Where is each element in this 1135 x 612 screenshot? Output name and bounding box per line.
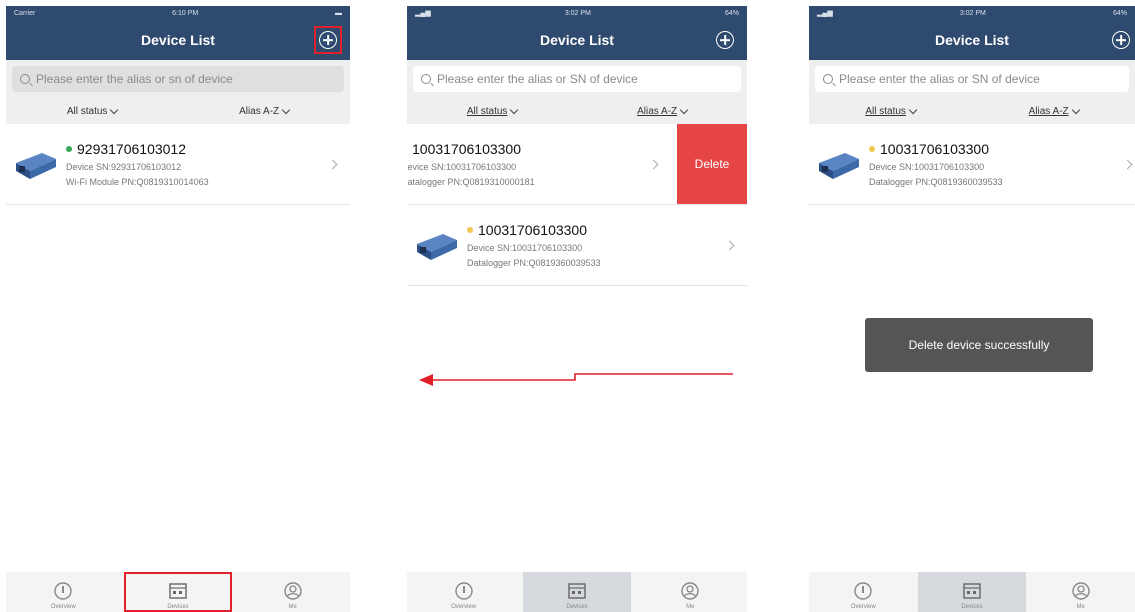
tab-bar: Overview Devices Me: [6, 572, 350, 612]
device-alias: 92931706103012: [77, 141, 187, 157]
search-bar: Please enter the alias or SN of device: [809, 60, 1135, 98]
filter-bar: All status Alias A-Z: [6, 98, 350, 124]
tab-devices[interactable]: Devices: [917, 572, 1026, 612]
chevron-right-icon: [1122, 159, 1133, 169]
tab-me[interactable]: Me: [636, 572, 744, 612]
search-placeholder: Please enter the alias or sn of device: [36, 72, 233, 86]
overview-icon: [454, 582, 473, 600]
chevron-down-icon: [1071, 105, 1080, 114]
swipe-left-arrow-icon: [419, 373, 733, 386]
tab-overview[interactable]: Overview: [809, 572, 917, 612]
status-filter[interactable]: All status: [865, 105, 918, 117]
plus-circle-icon: [1112, 31, 1130, 49]
overview-icon: [54, 582, 73, 600]
chevron-down-icon: [110, 105, 119, 114]
nav-bar: Device List: [809, 20, 1135, 60]
tab-devices[interactable]: Devices: [123, 572, 232, 612]
sort-filter-label: Alias A-Z: [239, 105, 280, 117]
tab-label: Devices: [167, 604, 189, 610]
me-icon: [283, 582, 302, 600]
tab-me[interactable]: Me: [239, 572, 347, 612]
status-dot: [869, 146, 875, 152]
screen-1: Carrier 6:10 PM ▬ Device List Please ent…: [6, 6, 350, 612]
tab-bar: Overview Devices Me: [407, 572, 747, 612]
tab-overview[interactable]: Overview: [410, 572, 518, 612]
page-title: Device List: [935, 32, 1009, 48]
battery-icon: ▬: [335, 9, 342, 17]
devices-icon: [169, 583, 187, 599]
filter-bar: All status Alias A-Z: [809, 98, 1135, 124]
chevron-down-icon: [281, 105, 291, 114]
device-sn: Device SN:92931706103012: [66, 162, 182, 172]
devices-icon: [568, 583, 586, 599]
overview-icon: [854, 582, 873, 600]
tab-label: Overview: [451, 604, 477, 610]
search-input[interactable]: Please enter the alias or sn of device: [12, 66, 344, 92]
tab-label: Overview: [850, 604, 876, 610]
tab-label: Me: [686, 604, 695, 610]
status-bar: ▂▄▆ 3:02 PM 64%: [809, 6, 1135, 20]
toast-message: Delete device successfully: [865, 318, 1093, 372]
clock: 3:02 PM: [959, 9, 986, 17]
tab-label: Overview: [50, 604, 76, 610]
add-device-button[interactable]: [314, 26, 342, 54]
tab-label: Me: [288, 604, 297, 610]
tab-label: Devices: [961, 604, 983, 610]
status-bar: Carrier 6:10 PM ▬: [6, 6, 350, 20]
search-icon: [823, 74, 833, 84]
screen-2: ▂▄▆ 3:02 PM 64% Device List Please enter…: [407, 6, 747, 612]
nav-bar: Device List: [6, 20, 350, 60]
signal-icon: ▂▄▆: [817, 10, 833, 17]
tab-label: Devices: [566, 604, 588, 610]
tab-bar: Overview Devices Me: [809, 572, 1135, 612]
add-device-button[interactable]: [1109, 28, 1133, 52]
device-sn: Device SN:10031706103300: [869, 162, 985, 172]
me-icon: [681, 582, 700, 600]
search-bar: Please enter the alias or sn of device: [6, 60, 350, 98]
status-dot: [66, 146, 72, 152]
chevron-right-icon: [327, 159, 338, 169]
sort-filter[interactable]: Alias A-Z: [239, 105, 291, 117]
chevron-down-icon: [908, 105, 918, 114]
inverter-thumbnail-icon: [819, 153, 859, 179]
device-pn: Wi-Fi Module PN:Q0819310014063: [66, 177, 209, 187]
page-title: Device List: [141, 32, 215, 48]
sort-filter[interactable]: Alias A-Z: [1028, 105, 1080, 117]
tab-overview[interactable]: Overview: [9, 572, 117, 612]
screen-3: ▂▄▆ 3:02 PM 64% Device List Please enter…: [809, 6, 1135, 612]
search-icon: [20, 74, 30, 84]
tab-devices[interactable]: Devices: [522, 572, 631, 612]
devices-icon: [963, 583, 981, 599]
inverter-thumbnail-icon: [16, 153, 56, 179]
search-input[interactable]: Please enter the alias or SN of device: [815, 66, 1129, 92]
carrier-label: Carrier: [14, 9, 36, 17]
status-filter-label: All status: [66, 105, 108, 117]
status-filter-label: All status: [865, 105, 906, 117]
status-filter[interactable]: All status: [66, 105, 119, 117]
device-pn: Datalogger PN:Q0819360039533: [869, 177, 1003, 187]
tab-me[interactable]: Me: [1027, 572, 1135, 612]
device-row[interactable]: 92931706103012 Device SN:92931706103012 …: [6, 124, 350, 205]
plus-circle-icon: [319, 31, 337, 49]
search-placeholder: Please enter the alias or SN of device: [839, 72, 1040, 86]
battery-level: 64%: [1112, 9, 1127, 17]
clock: 6:10 PM: [172, 9, 199, 17]
device-row[interactable]: 10031706103300 Device SN:10031706103300 …: [809, 124, 1135, 205]
device-alias: 10031706103300: [880, 141, 990, 157]
me-icon: [1071, 582, 1090, 600]
tab-label: Me: [1076, 604, 1085, 610]
sort-filter-label: Alias A-Z: [1028, 105, 1069, 117]
